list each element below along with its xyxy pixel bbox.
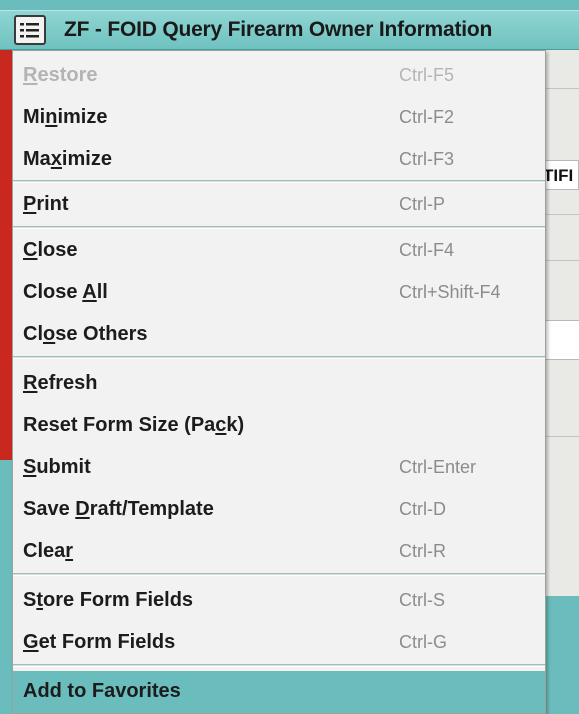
- menu-item-label: Add to Favorites: [23, 680, 181, 702]
- menu-item-shortcut: Ctrl-S: [399, 590, 445, 610]
- menu-item-label: Close All: [23, 281, 108, 303]
- menu-separator: [13, 180, 545, 183]
- menu-item-minimize[interactable]: Minimize Ctrl-F2: [13, 97, 545, 139]
- menu-item-restore[interactable]: Restore Ctrl-F5: [13, 55, 545, 97]
- menu-item-shortcut: Ctrl-P: [399, 194, 445, 214]
- menu-item-submit[interactable]: Submit Ctrl-Enter: [13, 447, 545, 489]
- menu-item-label: Clear: [23, 540, 74, 562]
- menu-item-label: Print: [23, 193, 69, 215]
- menu-item-reset-form-size[interactable]: Reset Form Size (Pack): [13, 405, 545, 447]
- menu-item-label: Reset Form Size (Pack): [23, 414, 245, 436]
- menu-item-shortcut: Ctrl-R: [399, 541, 446, 561]
- menu-item-label: Maximize: [23, 148, 112, 170]
- menu-item-shortcut: Ctrl-F4: [399, 240, 454, 260]
- menu-separator: [13, 573, 545, 576]
- menu-item-label: Store Form Fields: [23, 589, 194, 611]
- menu-item-label: Close Others: [23, 323, 148, 345]
- window-menu-glyph: [20, 23, 39, 38]
- menu-item-refresh[interactable]: Refresh: [13, 363, 545, 405]
- menu-separator: [13, 356, 545, 359]
- menu-item-shortcut: Ctrl+Shift-F4: [399, 282, 501, 302]
- menu-item-save-draft[interactable]: Save Draft/Template Ctrl-D: [13, 489, 545, 531]
- menu-item-close-others[interactable]: Close Others: [13, 314, 545, 356]
- menu-item-get-form-fields[interactable]: Get Form Fields Ctrl-G: [13, 622, 545, 664]
- menu-item-store-form-fields[interactable]: Store Form Fields Ctrl-S: [13, 580, 545, 622]
- menu-item-shortcut: Ctrl-F2: [399, 107, 454, 127]
- window-menu-icon[interactable]: [14, 15, 46, 45]
- menu-item-label: Close: [23, 239, 78, 261]
- menu-item-shortcut: Ctrl-G: [399, 632, 447, 652]
- menu-item-add-to-favorites[interactable]: Add to Favorites: [13, 671, 545, 713]
- menu-item-label: Refresh: [23, 372, 98, 394]
- menu-item-label: Get Form Fields: [23, 631, 176, 653]
- menu-separator: [13, 226, 545, 229]
- menu-item-close-all[interactable]: Close All Ctrl+Shift-F4: [13, 272, 545, 314]
- menu-item-shortcut: Ctrl-Enter: [399, 457, 477, 477]
- menu-separator: [13, 664, 545, 667]
- menu-item-shortcut: Ctrl-D: [399, 499, 446, 519]
- menu-item-clear[interactable]: Clear Ctrl-R: [13, 531, 545, 573]
- background-field-text: TIFI: [543, 166, 574, 185]
- menu-item-shortcut: Ctrl-F3: [399, 149, 454, 169]
- menu-item-maximize[interactable]: Maximize Ctrl-F3: [13, 139, 545, 181]
- menu-item-label: Minimize: [23, 106, 108, 128]
- menu-item-label: Submit: [23, 456, 91, 478]
- window-title: ZF - FOID Query Firearm Owner Informatio…: [64, 18, 493, 41]
- menu-item-label: Save Draft/Template: [23, 498, 214, 520]
- menu-item-close[interactable]: Close Ctrl-F4: [13, 230, 545, 272]
- menu-item-print[interactable]: Print Ctrl-P: [13, 184, 545, 226]
- window-title-bar[interactable]: ZF - FOID Query Firearm Owner Informatio…: [0, 10, 579, 50]
- background-window-edge: [0, 40, 12, 460]
- menu-item-label: Restore: [23, 64, 98, 86]
- window-context-menu: Restore Ctrl-F5 Minimize Ctrl-F2 Maximiz…: [12, 50, 546, 714]
- menu-item-shortcut: Ctrl-F5: [399, 65, 454, 85]
